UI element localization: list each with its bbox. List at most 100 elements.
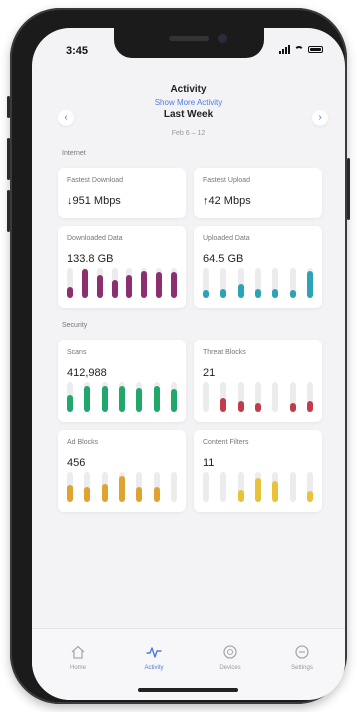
bar-slot [220, 382, 227, 412]
bar-fill [254, 478, 261, 502]
bar-slot [141, 268, 148, 298]
page-title: Activity [170, 84, 207, 95]
tab-home[interactable]: Home [48, 643, 108, 671]
bar-fill [67, 395, 73, 412]
silent-switch [7, 96, 10, 118]
date-range: Feb 6 – 12 [171, 130, 206, 137]
chevron-right-icon: › [318, 112, 322, 123]
bar-slot [220, 268, 227, 298]
bar-fill [306, 271, 313, 298]
card-value: ↑42 Mbps [203, 195, 251, 207]
bar-fill [237, 284, 244, 298]
bar-chart [203, 382, 313, 412]
previous-week-button[interactable]: ‹ [58, 110, 74, 126]
bar-fill [96, 275, 103, 298]
status-icons [279, 45, 323, 54]
bar-slot [118, 472, 125, 502]
bar-slot [306, 472, 313, 502]
bar-slot [272, 268, 279, 298]
bar-fill [141, 271, 148, 298]
bar-slot [153, 472, 160, 502]
bar-slot [289, 268, 296, 298]
bar-slot [289, 382, 296, 412]
notch [114, 28, 264, 58]
bar-fill [84, 487, 91, 502]
bar-fill [84, 386, 91, 412]
home-icon [71, 645, 85, 659]
bar-slot [136, 472, 143, 502]
tab-settings[interactable]: Settings [272, 643, 332, 671]
bar-fill [118, 476, 125, 502]
bar-slot [101, 382, 108, 412]
card-fastest-download[interactable]: Fastest Download ↓951 Mbps [58, 168, 186, 218]
show-more-activity-link[interactable]: Show More Activity [32, 98, 345, 107]
front-camera [218, 34, 227, 43]
bar-slot [237, 472, 244, 502]
home-indicator [138, 688, 238, 692]
bar-fill [306, 401, 313, 412]
bar-slot [96, 268, 103, 298]
tab-devices[interactable]: Devices [200, 643, 260, 671]
bar-slot [156, 268, 163, 298]
card-label: Ad Blocks [67, 439, 99, 446]
activity-header: Activity Show More Activity Last Week Fe… [32, 84, 345, 137]
card-uploaded-data[interactable]: Uploaded Data 64.5 GB [194, 226, 322, 308]
bar-fill [118, 386, 125, 412]
bar-fill [254, 403, 261, 412]
bar-slot [67, 472, 73, 502]
tab-label: Activity [144, 665, 164, 671]
card-value: ↓951 Mbps [67, 195, 121, 207]
tab-label: Settings [291, 665, 313, 671]
bar-fill [81, 269, 88, 298]
bar-track [203, 382, 209, 412]
bar-fill [220, 289, 227, 298]
activity-icon [146, 647, 162, 658]
bar-fill [101, 386, 108, 412]
card-value: 21 [203, 367, 216, 379]
bar-slot [203, 268, 209, 298]
section-security: Security [62, 322, 88, 329]
bar-slot [306, 268, 313, 298]
bar-track [272, 382, 279, 412]
card-downloaded-data[interactable]: Downloaded Data 133.8 GB [58, 226, 186, 308]
card-ad-blocks[interactable]: Ad Blocks 456 [58, 430, 186, 512]
card-value: 456 [67, 457, 86, 469]
bar-track [289, 472, 296, 502]
bar-slot [306, 382, 313, 412]
bar-slot [289, 472, 296, 502]
card-content-filters[interactable]: Content Filters 11 [194, 430, 322, 512]
bar-slot [254, 472, 261, 502]
chevron-left-icon: ‹ [64, 112, 68, 123]
settings-icon [295, 645, 309, 659]
bar-slot [126, 268, 133, 298]
signal-icon [279, 45, 290, 54]
bar-chart [203, 268, 313, 298]
bar-fill [126, 275, 133, 298]
bar-slot [272, 382, 279, 412]
bar-fill [67, 485, 73, 502]
card-fastest-upload[interactable]: Fastest Upload ↑42 Mbps [194, 168, 322, 218]
bar-slot [220, 472, 227, 502]
card-label: Fastest Upload [203, 177, 251, 184]
next-week-button[interactable]: › [312, 110, 328, 126]
card-scans[interactable]: Scans 412,988 [58, 340, 186, 422]
bar-slot [237, 268, 244, 298]
bar-slot [203, 472, 209, 502]
bar-slot [170, 472, 177, 502]
tab-label: Devices [219, 665, 241, 671]
tab-activity[interactable]: Activity [124, 643, 184, 671]
card-threat-blocks[interactable]: Threat Blocks 21 [194, 340, 322, 422]
bar-slot [170, 268, 177, 298]
bar-fill [156, 272, 163, 298]
power-button [347, 158, 350, 220]
bar-fill [153, 386, 160, 412]
bar-slot [111, 268, 118, 298]
volume-down-button [7, 190, 10, 232]
wifi-icon [294, 46, 304, 54]
card-label: Downloaded Data [67, 235, 123, 242]
card-label: Fastest Download [67, 177, 124, 184]
bar-slot [237, 382, 244, 412]
card-value: 64.5 GB [203, 253, 244, 265]
bar-fill [136, 388, 143, 412]
bar-fill [289, 403, 296, 412]
